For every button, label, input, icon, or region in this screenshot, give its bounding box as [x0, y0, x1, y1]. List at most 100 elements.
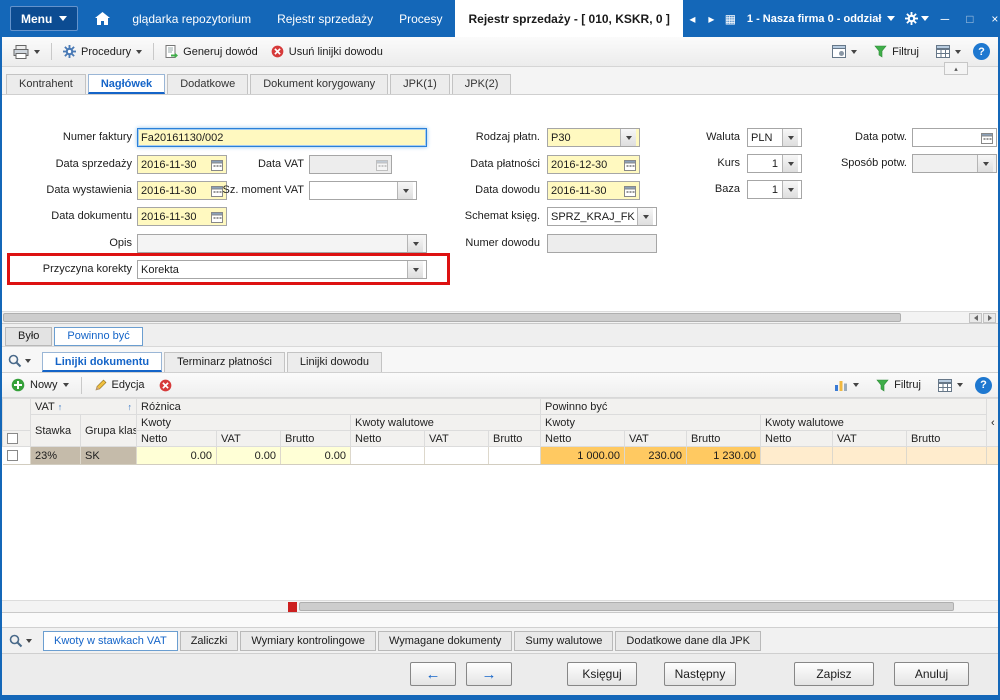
dropdown-button[interactable] — [407, 235, 423, 252]
col-header-vat[interactable]: VAT — [624, 430, 688, 447]
tab-sumy-walutowe[interactable]: Sumy walutowe — [514, 630, 614, 651]
usun-linijki-dowodu-button[interactable]: Usuń linijki dowodu — [266, 42, 388, 61]
cell-roznica-wal-vat[interactable] — [424, 446, 490, 465]
form-horizontal-scrollbar[interactable] — [2, 311, 998, 324]
cell-stawka[interactable]: 23% — [30, 446, 81, 465]
grid-help-button[interactable]: ? — [975, 376, 992, 394]
subgroup-header-kwoty[interactable]: Kwoty — [136, 414, 352, 431]
anuluj-button[interactable]: Anuluj — [894, 662, 969, 686]
cell-roznica-vat[interactable]: 0.00 — [216, 446, 282, 465]
opis-select[interactable] — [137, 234, 427, 253]
titlebar-tab-active-document[interactable]: Rejestr sprzedaży - [ 010, KSKR, 0 ] — [455, 0, 683, 37]
calendar-icon[interactable] — [981, 132, 993, 144]
group-header-vat[interactable]: VAT ↑ ↑ — [29, 398, 138, 415]
bottom-search-settings-button[interactable] — [5, 632, 36, 650]
nastepny-button[interactable]: Następny — [664, 662, 736, 686]
data-dowodu-input[interactable]: 2016-11-30 — [547, 181, 640, 200]
delete-row-button[interactable] — [154, 376, 177, 395]
tab-jpk1[interactable]: JPK(1) — [390, 74, 450, 94]
cell-powinno-wal-vat[interactable] — [832, 446, 908, 465]
group-header-roznica[interactable]: Różnica — [136, 398, 542, 415]
numer-faktury-input[interactable]: Fa20161130/002 — [137, 128, 427, 147]
titlebar-tab-repozytorium[interactable]: glądarka repozytorium — [119, 0, 264, 37]
tab-linijki-dokumentu[interactable]: Linijki dokumentu — [42, 352, 163, 372]
data-potw-input[interactable] — [912, 128, 997, 147]
next-document-button[interactable]: → — [466, 662, 512, 686]
settings-button[interactable] — [902, 0, 932, 37]
grid-horizontal-scrollbar[interactable] — [2, 600, 998, 613]
titlebar-tab-rejestr-sprzedazy[interactable]: Rejestr sprzedaży — [264, 0, 386, 37]
dropdown-button[interactable] — [782, 129, 798, 146]
subgroup-header-kwoty[interactable]: Kwoty — [540, 414, 762, 431]
col-header-brutto[interactable]: Brutto — [686, 430, 762, 447]
col-header-brutto[interactable]: Brutto — [280, 430, 352, 447]
tab-bylo[interactable]: Było — [5, 327, 53, 346]
dropdown-button[interactable] — [407, 261, 423, 278]
tab-dodatkowe[interactable]: Dodatkowe — [167, 74, 249, 94]
home-button[interactable] — [86, 0, 119, 37]
sposob-potw-select[interactable] — [912, 154, 997, 173]
splitter-marker[interactable] — [288, 602, 297, 612]
scroll-right-button[interactable] — [983, 313, 996, 323]
tab-zaliczki[interactable]: Zaliczki — [179, 630, 239, 651]
tab-terminarz-platnosci[interactable]: Terminarz płatności — [164, 352, 285, 372]
ksieguj-button[interactable]: Księguj — [567, 662, 637, 686]
table-row[interactable]: 23% SK 0.00 0.00 0.00 1 000.00 230.00 1 … — [2, 446, 998, 465]
dropdown-button[interactable] — [977, 155, 993, 172]
data-dokumentu-input[interactable]: 2016-11-30 — [137, 207, 227, 226]
spinner-button[interactable] — [782, 155, 798, 172]
cell-powinno-vat[interactable]: 230.00 — [624, 446, 688, 465]
dropdown-button[interactable] — [637, 208, 653, 225]
tab-kontrahent[interactable]: Kontrahent — [6, 74, 86, 94]
col-header-netto[interactable]: Netto — [350, 430, 426, 447]
titlebar-tab-procesy[interactable]: Procesy — [386, 0, 455, 37]
nowy-button[interactable]: Nowy — [6, 375, 74, 395]
calendar-icon[interactable] — [211, 211, 223, 223]
help-button[interactable]: ? — [973, 43, 990, 60]
minimize-button[interactable]: ─ — [932, 12, 957, 26]
calendar-icon[interactable] — [624, 185, 636, 197]
tab-kwoty-w-stawkach-vat[interactable]: Kwoty w stawkach VAT — [43, 630, 178, 651]
dropdown-button[interactable] — [397, 182, 413, 199]
nav-forward-button[interactable]: ▸ — [702, 0, 721, 37]
calendar-icon[interactable] — [624, 159, 636, 171]
col-header-stawka[interactable]: Stawka — [30, 414, 81, 447]
scrollbar-thumb[interactable] — [299, 602, 954, 611]
col-header-netto[interactable]: Netto — [136, 430, 218, 447]
dropdown-button[interactable] — [620, 129, 636, 146]
tab-dokument-korygowany[interactable]: Dokument korygowany — [250, 74, 389, 94]
group-header-powinno-byc[interactable]: Powinno być — [540, 398, 988, 415]
cell-powinno-wal-brutto[interactable] — [906, 446, 988, 465]
tab-dodatkowe-dane-dla-jpk[interactable]: Dodatkowe dane dla JPK — [615, 630, 761, 651]
close-button[interactable]: × — [982, 12, 998, 26]
spinner-button[interactable] — [782, 181, 798, 198]
grid-filter-button[interactable]: Filtruj — [871, 376, 926, 395]
tab-linijki-dowodu[interactable]: Linijki dowodu — [286, 352, 382, 372]
scroll-left-button[interactable] — [969, 313, 982, 323]
waluta-select[interactable]: PLN — [747, 128, 802, 147]
col-header-brutto[interactable]: Brutto — [488, 430, 542, 447]
cell-roznica-wal-netto[interactable] — [350, 446, 426, 465]
grid-settings-button[interactable] — [931, 42, 966, 61]
col-header-vat[interactable]: VAT — [216, 430, 282, 447]
subgroup-header-kwoty-walutowe[interactable]: Kwoty walutowe — [350, 414, 542, 431]
layout-settings-button[interactable] — [827, 42, 862, 61]
apps-grid-button[interactable]: ▦ — [721, 0, 740, 37]
nav-back-button[interactable]: ◂ — [683, 0, 702, 37]
tab-jpk2[interactable]: JPK(2) — [451, 74, 512, 94]
select-all-checkbox[interactable] — [7, 433, 18, 445]
tab-wymagane-dokumenty[interactable]: Wymagane dokumenty — [377, 630, 513, 651]
generuj-dowod-button[interactable]: Generuj dowód — [160, 42, 263, 62]
collapse-panel-button[interactable]: ▴ — [944, 62, 968, 75]
col-header-brutto[interactable]: Brutto — [906, 430, 988, 447]
col-header-netto[interactable]: Netto — [760, 430, 834, 447]
cell-roznica-brutto[interactable]: 0.00 — [280, 446, 352, 465]
grid-columns-button[interactable] — [933, 376, 968, 395]
menu-button[interactable]: Menu — [10, 6, 79, 31]
data-platnosci-input[interactable]: 2016-12-30 — [547, 155, 640, 174]
rodzaj-platn-select[interactable]: P30 — [547, 128, 640, 147]
maximize-button[interactable]: □ — [957, 12, 982, 26]
zapisz-button[interactable]: Zapisz — [794, 662, 874, 686]
cell-powinno-brutto[interactable]: 1 230.00 — [686, 446, 762, 465]
przyczyna-korekty-select[interactable]: Korekta — [137, 260, 427, 279]
